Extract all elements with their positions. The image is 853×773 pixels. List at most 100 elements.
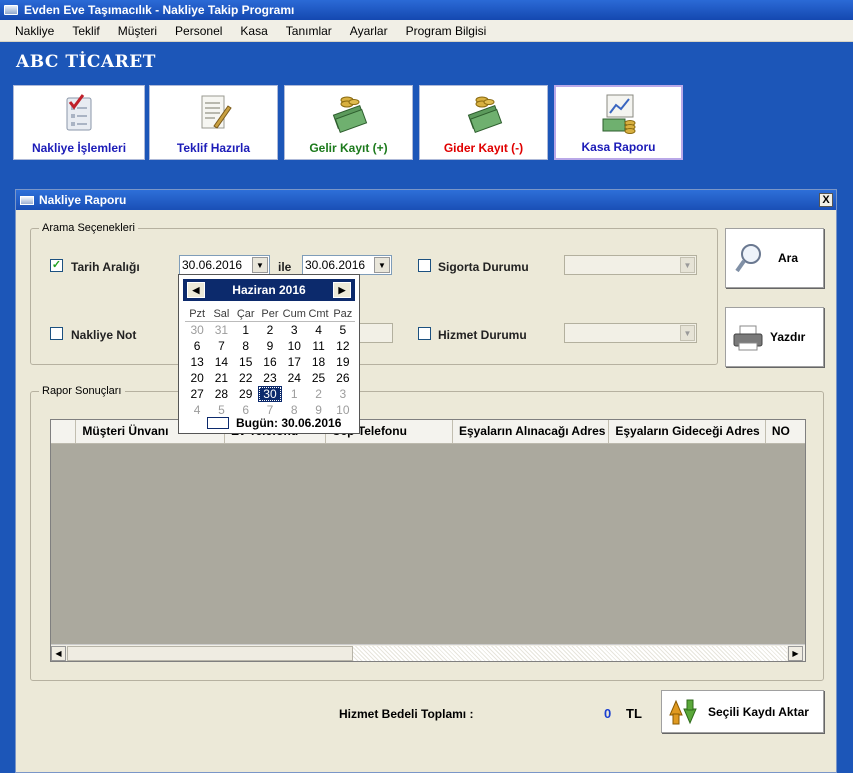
calendar-day[interactable]: 14 xyxy=(209,354,233,370)
calendar-day[interactable]: 28 xyxy=(209,386,233,402)
kasa-raporu-button[interactable]: Kasa Raporu xyxy=(554,85,683,160)
results-grid[interactable]: Müşteri Ünvanı Ev Telefonu Cep Telefonu … xyxy=(50,419,806,662)
prev-month-icon[interactable]: ◀ xyxy=(187,282,205,298)
nakliye-islemleri-button[interactable]: Nakliye İşlemleri xyxy=(13,85,145,160)
calendar-day[interactable]: 29 xyxy=(234,386,258,402)
transfer-arrows-icon xyxy=(669,699,697,725)
weekday: Pzt xyxy=(189,308,206,320)
calendar-day[interactable]: 4 xyxy=(185,402,209,418)
gelir-kayit-button[interactable]: Gelir Kayıt (+) xyxy=(284,85,413,160)
calendar-day[interactable]: 7 xyxy=(209,338,233,354)
teklif-hazirla-button[interactable]: Teklif Hazırla xyxy=(149,85,278,160)
calendar-day[interactable]: 2 xyxy=(258,322,282,338)
next-month-icon[interactable]: ▶ xyxy=(333,282,351,298)
money-coins-icon xyxy=(467,96,502,134)
calendar-day[interactable]: 1 xyxy=(234,322,258,338)
truck-app-icon xyxy=(20,195,34,205)
menu-program-bilgisi[interactable]: Program Bilgisi xyxy=(397,24,496,38)
calendar-day[interactable]: 1 xyxy=(282,386,306,402)
gider-kayit-button[interactable]: Gider Kayıt (-) xyxy=(419,85,548,160)
calendar-day[interactable]: 25 xyxy=(306,370,330,386)
calendar-day[interactable]: 31 xyxy=(209,322,233,338)
calendar-day[interactable]: 19 xyxy=(331,354,355,370)
menu-kasa[interactable]: Kasa xyxy=(231,24,276,38)
calendar-day[interactable]: 13 xyxy=(185,354,209,370)
calendar-day[interactable]: 20 xyxy=(185,370,209,386)
document-pen-icon xyxy=(201,95,232,129)
calendar-header: ◀ Haziran 2016 ▶ xyxy=(183,279,355,301)
menu-teklif[interactable]: Teklif xyxy=(63,24,108,38)
search-button[interactable]: Ara xyxy=(725,228,824,288)
service-label: Hizmet Durumu xyxy=(438,328,527,342)
selected-day[interactable]: 30 xyxy=(257,386,283,402)
calendar-day[interactable]: 8 xyxy=(234,338,258,354)
scroll-left-icon[interactable]: ◀ xyxy=(51,646,66,661)
calendar-day[interactable]: 26 xyxy=(331,370,355,386)
calendar-day[interactable]: 6 xyxy=(185,338,209,354)
today-label: Bugün: 30.06.2016 xyxy=(236,416,342,430)
close-button[interactable]: X xyxy=(819,193,833,207)
calendar-day[interactable]: 3 xyxy=(282,322,306,338)
service-checkbox[interactable] xyxy=(418,327,431,340)
window-title: Evden Eve Taşımacılık - Nakliye Takip Pr… xyxy=(24,3,295,17)
calendar-day[interactable]: 18 xyxy=(306,354,330,370)
row-selector-header xyxy=(51,420,77,443)
calendar-day[interactable]: 11 xyxy=(306,338,330,354)
calendar-day[interactable]: 5 xyxy=(331,322,355,338)
horizontal-scrollbar[interactable]: ◀ ▶ xyxy=(51,644,805,661)
scroll-right-icon[interactable]: ▶ xyxy=(788,646,803,661)
chevron-down-icon[interactable]: ▼ xyxy=(680,325,695,341)
col-no[interactable]: NO xyxy=(766,420,805,443)
search-options-label: Arama Seçenekleri xyxy=(39,222,138,234)
transfer-button[interactable]: Seçili Kaydı Aktar xyxy=(661,690,824,733)
menu-ayarlar[interactable]: Ayarlar xyxy=(341,24,397,38)
menu-musteri[interactable]: Müşteri xyxy=(109,24,166,38)
calendar-day[interactable]: 10 xyxy=(282,338,306,354)
scroll-track[interactable] xyxy=(353,646,787,661)
date-to-picker[interactable]: 30.06.2016 ▼ xyxy=(302,255,392,275)
menu-personel[interactable]: Personel xyxy=(166,24,231,38)
col-gidecegi-adres[interactable]: Eşyaların Gideceği Adres xyxy=(609,420,766,443)
calendar-day[interactable]: 17 xyxy=(282,354,306,370)
col-alinacagi-adres[interactable]: Eşyaların Alınacağı Adres xyxy=(453,420,610,443)
weekday-row: Pzt Sal Çar Per Cum Cmt Paz xyxy=(185,306,355,322)
note-checkbox[interactable] xyxy=(50,327,63,340)
calendar-day[interactable]: 2 xyxy=(306,386,330,402)
gider-kayit-label: Gider Kayıt (-) xyxy=(443,141,524,155)
note-input[interactable] xyxy=(356,323,393,343)
nakliye-islemleri-label: Nakliye İşlemleri xyxy=(31,141,127,155)
calendar-day[interactable]: 15 xyxy=(234,354,258,370)
chevron-down-icon[interactable]: ▼ xyxy=(252,257,268,273)
scroll-thumb[interactable] xyxy=(67,646,353,661)
weekday: Çar xyxy=(236,308,255,320)
calendar-day[interactable]: 12 xyxy=(331,338,355,354)
calendar-day[interactable]: 24 xyxy=(282,370,306,386)
print-button[interactable]: Yazdır xyxy=(725,307,824,367)
calendar-month: Haziran 2016 xyxy=(232,283,306,297)
calendar-day[interactable]: 22 xyxy=(234,370,258,386)
menu-nakliye[interactable]: Nakliye xyxy=(6,24,63,38)
calendar-day[interactable]: 23 xyxy=(258,370,282,386)
calendar-day[interactable]: 21 xyxy=(209,370,233,386)
service-combo[interactable]: ▼ xyxy=(564,323,697,343)
weekday: Cum xyxy=(282,308,306,320)
today-link[interactable]: Bugün: 30.06.2016 xyxy=(207,415,357,431)
results-label: Rapor Sonuçları xyxy=(39,385,125,397)
menu-tanimlar[interactable]: Tanımlar xyxy=(277,24,341,38)
date-from-picker[interactable]: 30.06.2016 ▼ xyxy=(179,255,270,275)
week-row: 20 21 22 23 24 25 26 xyxy=(185,370,355,386)
calendar-day[interactable]: 9 xyxy=(258,338,282,354)
calendar-day[interactable]: 3 xyxy=(331,386,355,402)
chevron-down-icon[interactable]: ▼ xyxy=(374,257,390,273)
calendar-day[interactable]: 27 xyxy=(185,386,209,402)
calendar-day[interactable]: 16 xyxy=(258,354,282,370)
chevron-down-icon[interactable]: ▼ xyxy=(680,257,695,273)
insurance-combo[interactable]: ▼ xyxy=(564,255,697,275)
teklif-hazirla-label: Teklif Hazırla xyxy=(176,141,251,155)
total-value: 0 xyxy=(604,706,612,721)
insurance-checkbox[interactable] xyxy=(418,259,431,272)
date-range-checkbox[interactable]: ✓ xyxy=(50,259,63,272)
money-coins-icon xyxy=(332,96,367,134)
calendar-day[interactable]: 4 xyxy=(306,322,330,338)
calendar-day[interactable]: 30 xyxy=(185,322,209,338)
